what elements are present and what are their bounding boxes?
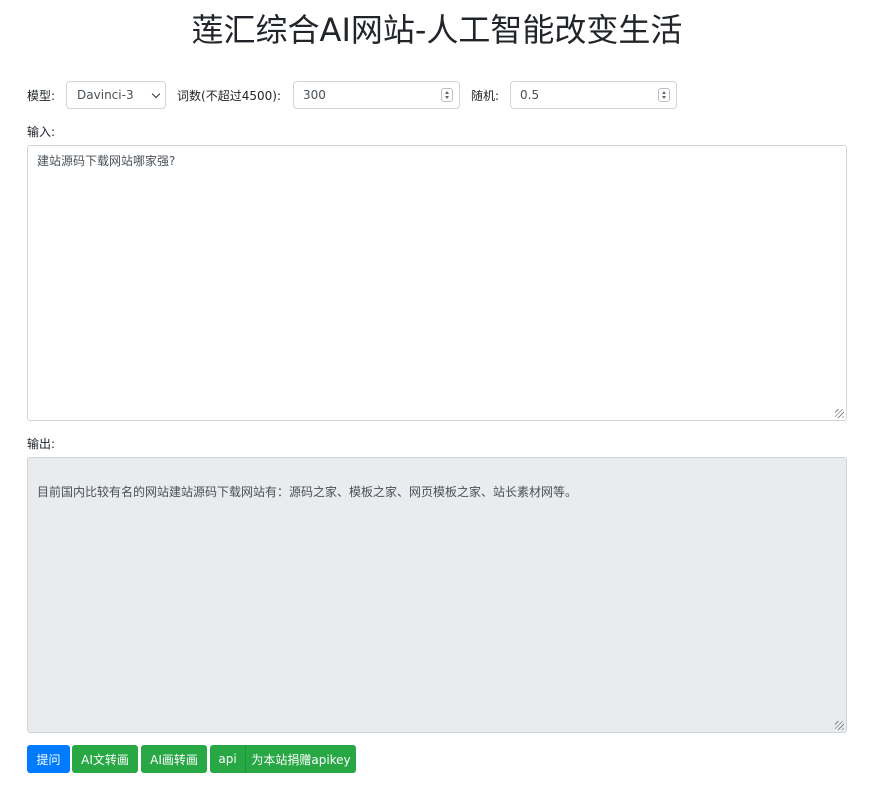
- text-to-image-button[interactable]: AI文转画: [72, 745, 138, 773]
- model-select-value: Davinci-3: [77, 88, 134, 102]
- output-textarea[interactable]: 目前国内比较有名的网站建站源码下载网站有：源码之家、模板之家、网页模板之家、站长…: [27, 457, 847, 733]
- model-label: 模型:: [27, 88, 56, 103]
- spinner-down-icon: [662, 96, 667, 99]
- input-textarea[interactable]: 建站源码下载网站哪家强?: [27, 145, 847, 421]
- random-input[interactable]: 0.5: [510, 81, 678, 109]
- resize-handle-icon[interactable]: [835, 721, 844, 730]
- input-label: 输入:: [27, 125, 56, 139]
- output-label: 输出:: [27, 437, 56, 451]
- words-spinner-icon[interactable]: [441, 88, 453, 102]
- spinner-up-icon: [445, 91, 449, 94]
- button-row: 提问 AI文转画 AI画转画 api 为本站捐赠apikey: [27, 745, 356, 773]
- input-text: 建站源码下载网站哪家强?: [37, 154, 176, 168]
- output-text: 目前国内比较有名的网站建站源码下载网站有：源码之家、模板之家、网页模板之家、站长…: [37, 485, 578, 499]
- model-select[interactable]: Davinci-3: [66, 81, 167, 109]
- words-input[interactable]: 300: [293, 81, 460, 109]
- image-to-image-button[interactable]: AI画转画: [141, 745, 207, 773]
- donate-apikey-button[interactable]: 为本站捐赠apikey: [245, 745, 356, 773]
- random-spinner-icon[interactable]: [658, 88, 671, 102]
- page-title: 莲汇综合AI网站-人工智能改变生活: [191, 11, 683, 49]
- resize-handle-icon[interactable]: [835, 409, 844, 418]
- words-label: 词数(不超过4500):: [177, 88, 281, 103]
- spinner-up-icon: [662, 91, 667, 94]
- api-button[interactable]: api: [210, 745, 245, 773]
- ask-button[interactable]: 提问: [27, 745, 70, 773]
- chevron-down-icon: [151, 89, 161, 98]
- random-input-value: 0.5: [520, 88, 540, 102]
- settings-row: 模型: Davinci-3 词数(不超过4500): 300 随机: 0.5: [27, 81, 678, 109]
- words-input-value: 300: [303, 88, 326, 102]
- spinner-down-icon: [445, 96, 449, 99]
- random-label: 随机:: [471, 88, 500, 103]
